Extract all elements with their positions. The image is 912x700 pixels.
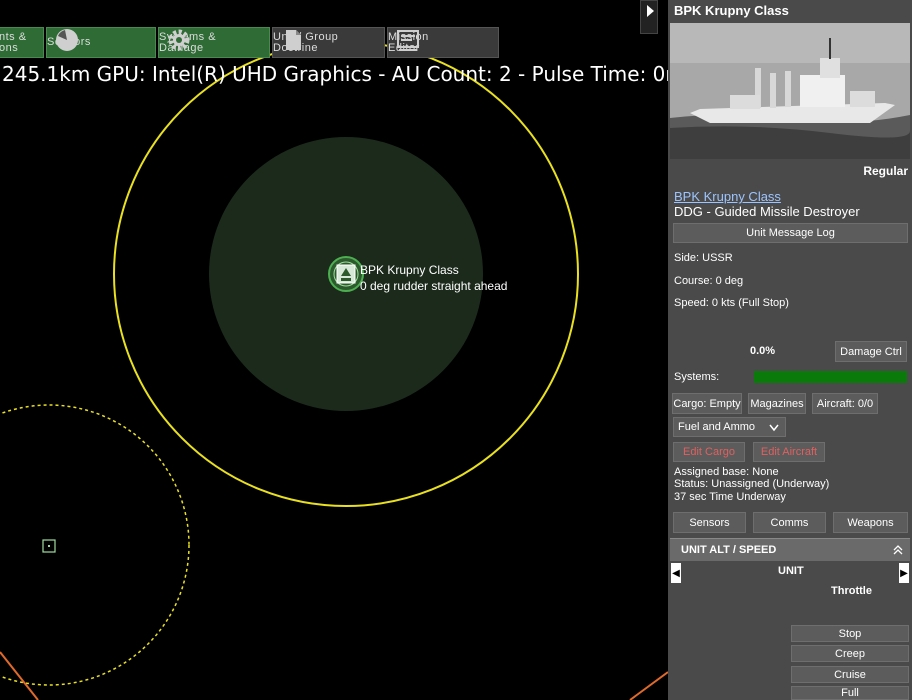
edit-cargo-button[interactable]: Edit Cargo — [673, 442, 745, 462]
gear-icon — [168, 29, 190, 51]
edit-aircraft-button[interactable]: Edit Aircraft — [753, 442, 825, 462]
time-underway-label: 37 sec Time Underway — [674, 491, 786, 503]
collapse-chevron-icon — [893, 545, 903, 555]
alt-speed-section-header[interactable]: UNIT ALT / SPEED — [670, 538, 910, 561]
alt-speed-header-label: UNIT ALT / SPEED — [681, 544, 777, 556]
prev-arrow-button[interactable]: ◀ — [671, 563, 681, 583]
speed-label: Speed: 0 kts (Full Stop) — [674, 297, 789, 309]
cargo-button[interactable]: Cargo: Empty — [672, 393, 742, 414]
assigned-base-label: Assigned base: None — [674, 466, 779, 478]
unit-mode-label: UNIT — [778, 565, 804, 577]
weapons-tab-label: nts & ons — [0, 30, 27, 54]
status-label: Status: Unassigned (Underway) — [674, 478, 830, 490]
creep-button[interactable]: Creep — [791, 645, 909, 662]
full-button[interactable]: Full — [791, 686, 909, 700]
unit-course-label: 0 deg rudder straight ahead — [360, 279, 508, 293]
map-status-line: 245.1km GPU: Intel(R) UHD Graphics - AU … — [2, 62, 668, 86]
weapons-tab[interactable]: nts & ons — [0, 27, 44, 58]
sensors-button[interactable]: Sensors — [673, 512, 746, 533]
document-icon — [286, 30, 301, 50]
tactical-map[interactable]: BPK Krupny Class 0 deg rudder straight a… — [0, 0, 668, 700]
unit-photo — [670, 23, 910, 159]
mission-editor-icon — [397, 30, 419, 51]
contact-ring — [0, 404, 190, 686]
ship-photo-image — [670, 23, 910, 159]
loadout-dropdown-value: Fuel and Ammo — [678, 421, 756, 433]
unit-type: DDG - Guided Missile Destroyer — [674, 204, 860, 219]
unit-name-label: BPK Krupny Class — [360, 263, 459, 277]
mission-editor-tab[interactable]: Mission Editor — [387, 27, 499, 58]
course-label: Course: 0 deg — [674, 275, 744, 287]
side-label: Side: USSR — [674, 252, 733, 264]
proficiency-label: Regular — [863, 164, 908, 178]
radar-icon — [56, 29, 78, 51]
unit-symbol[interactable] — [328, 256, 364, 292]
doctrine-tab[interactable]: Unit / Group Doctrine — [272, 27, 385, 58]
magazines-button[interactable]: Magazines — [748, 393, 806, 414]
throttle-label: Throttle — [831, 585, 872, 597]
map-canvas[interactable] — [0, 0, 668, 700]
next-arrow-button[interactable]: ▶ — [899, 563, 909, 583]
comms-button[interactable]: Comms — [753, 512, 826, 533]
arrow-right-icon: ▶ — [900, 567, 908, 579]
damage-percent: 0.0% — [750, 345, 776, 357]
unit-info-panel: BPK Krupny Class Regular BPK Krupny Clas… — [668, 0, 912, 700]
play-arrow-icon — [647, 5, 654, 17]
sensors-tab[interactable]: Sensors — [46, 27, 156, 58]
contact-marker-dot — [48, 545, 50, 547]
cruise-button[interactable]: Cruise — [791, 666, 909, 683]
stop-button[interactable]: Stop — [791, 625, 909, 642]
zone-edge-right — [629, 671, 668, 700]
loadout-dropdown[interactable]: Fuel and Ammo — [673, 417, 786, 437]
arrow-left-icon: ◀ — [672, 567, 680, 579]
systems-damage-tab[interactable]: Systems & Damage — [158, 27, 270, 58]
damage-ctrl-button[interactable]: Damage Ctrl — [835, 341, 907, 362]
aircraft-button[interactable]: Aircraft: 0/0 — [812, 393, 878, 414]
zone-edge-left — [0, 651, 39, 700]
class-link[interactable]: BPK Krupny Class — [674, 189, 781, 204]
unit-message-log-button[interactable]: Unit Message Log — [673, 223, 908, 243]
systems-label: Systems: — [674, 371, 720, 383]
panel-title: BPK Krupny Class — [674, 3, 789, 18]
panel-collapse-button[interactable] — [640, 0, 658, 34]
weapons-button[interactable]: Weapons — [833, 512, 908, 533]
systems-health-bar — [754, 371, 907, 383]
chevron-down-icon — [769, 424, 779, 432]
